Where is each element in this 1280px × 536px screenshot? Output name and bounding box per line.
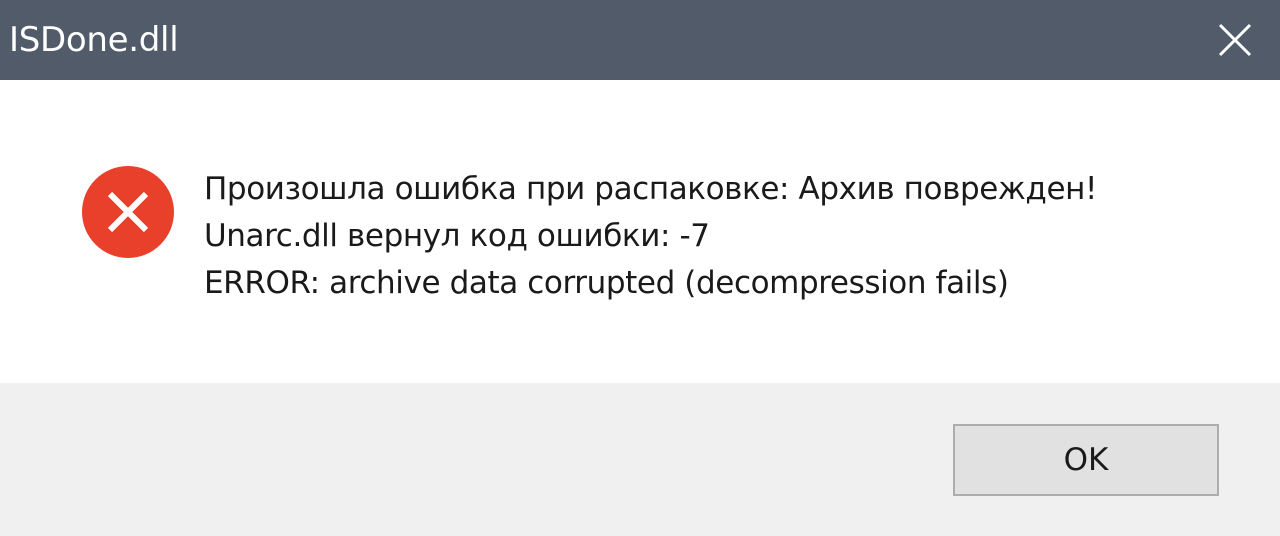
message-line: Unarc.dll вернул код ошибки: -7 <box>204 218 710 254</box>
error-icon <box>80 164 176 260</box>
message-line: ERROR: archive data corrupted (decompres… <box>204 265 1009 301</box>
error-dialog: ISDone.dll Произошла ошибка при распаков… <box>0 0 1280 536</box>
close-button[interactable] <box>1190 0 1280 80</box>
button-bar: OK <box>0 383 1280 536</box>
window-title: ISDone.dll <box>9 20 179 60</box>
error-message: Произошла ошибка при распаковке: Архив п… <box>204 166 1097 307</box>
title-bar[interactable]: ISDone.dll <box>0 0 1280 80</box>
ok-button[interactable]: OK <box>953 424 1219 496</box>
close-icon <box>1218 23 1252 57</box>
message-line: Произошла ошибка при распаковке: Архив п… <box>204 171 1098 207</box>
dialog-content: Произошла ошибка при распаковке: Архив п… <box>0 80 1280 383</box>
